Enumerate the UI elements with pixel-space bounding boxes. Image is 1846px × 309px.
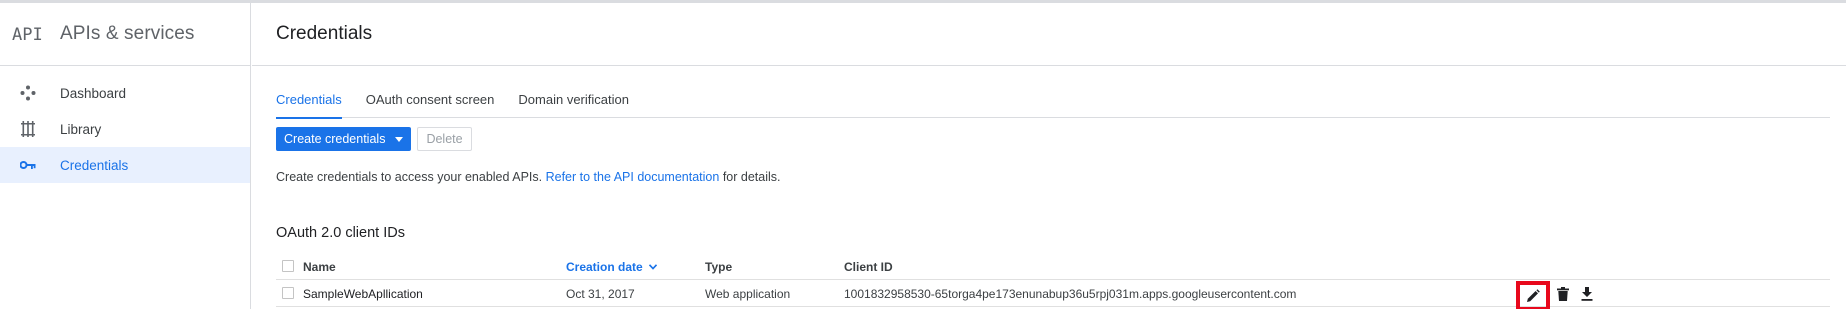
table-header-row: Name Creation date Type Client ID: [276, 253, 1830, 280]
api-logo-icon: API: [12, 25, 43, 45]
sidebar-item-dashboard[interactable]: Dashboard: [0, 75, 250, 111]
create-credentials-button[interactable]: Create credentials: [276, 127, 412, 151]
delete-button[interactable]: Delete: [417, 127, 472, 151]
download-icon: [1581, 286, 1593, 301]
tab-oauth-consent-screen[interactable]: OAuth consent screen: [366, 81, 495, 118]
download-button[interactable]: [1576, 283, 1598, 305]
info-suffix: for details.: [722, 170, 781, 184]
table-row: SampleWebApllication Oct 31, 2017 Web ap…: [276, 280, 1830, 309]
pencil-icon: [1527, 288, 1540, 302]
info-text: Create credentials to access your enable…: [276, 170, 780, 184]
oauth-client-table: Name Creation date Type Client ID Sample…: [276, 253, 1830, 309]
page-title: Credentials: [276, 23, 373, 44]
client-creation-date: Oct 31, 2017: [566, 286, 635, 301]
svg-text:API: API: [12, 25, 43, 45]
column-header-type: Type: [705, 259, 733, 274]
select-all-checkbox[interactable]: [282, 260, 294, 272]
library-icon: [18, 119, 38, 139]
sidebar: API APIs & services Dashboard Library Cr…: [0, 3, 251, 309]
info-prefix: Create credentials to access your enable…: [276, 170, 543, 184]
sidebar-item-label: Credentials: [60, 157, 129, 173]
sidebar-item-label: Library: [60, 121, 102, 137]
sidebar-item-label: Dashboard: [60, 85, 127, 101]
caret-down-icon: [395, 136, 404, 142]
sidebar-item-library[interactable]: Library: [0, 111, 250, 147]
row-checkbox[interactable]: [282, 287, 294, 299]
product-title: APIs & services: [60, 23, 195, 44]
toolbar: Create credentials Delete: [276, 127, 472, 151]
sidebar-item-credentials[interactable]: Credentials: [0, 147, 250, 183]
dashboard-icon: [18, 83, 38, 103]
create-credentials-label: Create credentials: [284, 132, 386, 146]
sort-down-icon: [648, 263, 657, 270]
key-icon: [18, 155, 38, 175]
page-header: Credentials: [252, 3, 1846, 66]
oauth-section-title: OAuth 2.0 client IDs: [276, 225, 405, 241]
column-header-client-id: Client ID: [844, 259, 893, 274]
client-name[interactable]: SampleWebApllication: [303, 280, 423, 307]
main-content: Credentials Credentials OAuth consent sc…: [252, 3, 1846, 309]
tab-bar: Credentials OAuth consent screen Domain …: [276, 81, 1830, 119]
client-type: Web application: [705, 286, 791, 301]
client-id: 1001832958530-65torga4pe173enunabup36u5r…: [844, 286, 1297, 301]
tab-credentials[interactable]: Credentials: [276, 81, 342, 119]
column-header-creation-date[interactable]: Creation date: [566, 253, 657, 280]
sidebar-brand: API APIs & services: [0, 3, 250, 66]
edit-button[interactable]: [1516, 280, 1550, 309]
row-actions: [1516, 280, 1598, 309]
creation-date-label: Creation date: [566, 259, 643, 274]
trash-icon: [1557, 286, 1569, 301]
api-documentation-link[interactable]: Refer to the API documentation: [546, 170, 720, 184]
tab-domain-verification[interactable]: Domain verification: [518, 81, 629, 118]
sidebar-nav: Dashboard Library Credentials: [0, 66, 250, 183]
delete-row-button[interactable]: [1552, 283, 1574, 305]
column-header-name: Name: [303, 259, 336, 274]
